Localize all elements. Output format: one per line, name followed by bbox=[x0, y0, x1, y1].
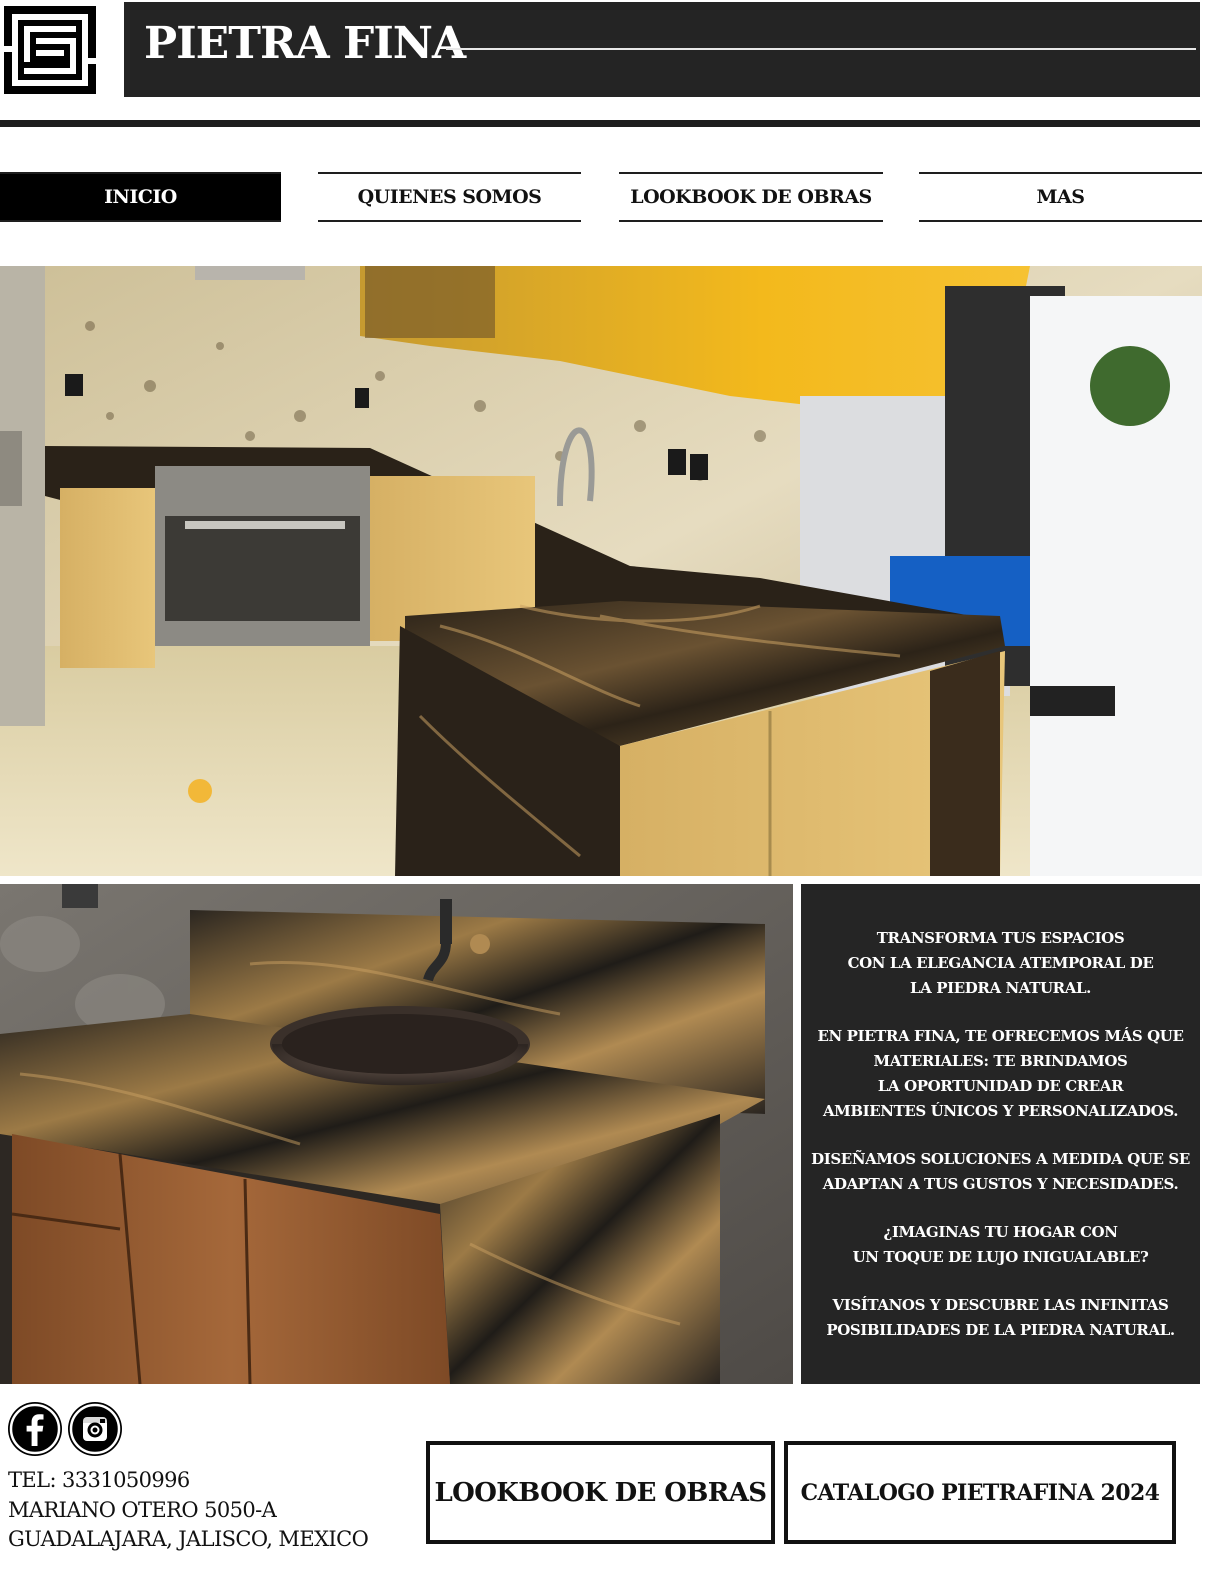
intro-paragraph: VISÍTANOS Y DESCUBRE LAS INFINITAS POSIB… bbox=[826, 1293, 1175, 1343]
facebook-link[interactable] bbox=[8, 1402, 62, 1456]
intro-line: TRANSFORMA TUS ESPACIOS bbox=[876, 928, 1125, 947]
instagram-icon bbox=[69, 1403, 121, 1455]
intro-paragraph: DISEÑAMOS SOLUCIONES A MEDIDA QUE SE ADA… bbox=[811, 1147, 1190, 1197]
maze-square-logo-icon bbox=[4, 6, 96, 94]
nav-item-mas[interactable]: MAS bbox=[919, 172, 1202, 222]
intro-paragraph: ¿IMAGINAS TU HOGAR CON UN TOQUE DE LUJO … bbox=[853, 1220, 1149, 1270]
intro-line: ADAPTAN A TUS GUSTOS Y NECESIDADES. bbox=[822, 1174, 1179, 1193]
intro-line: EN PIETRA FINA, TE OFRECEMOS MÁS QUE bbox=[817, 1026, 1184, 1045]
kitchen-photo bbox=[0, 266, 1202, 876]
nav-item-lookbook-de-obras[interactable]: LOOKBOOK DE OBRAS bbox=[619, 172, 883, 222]
title-bar: PIETRA FINA bbox=[124, 2, 1200, 97]
intro-line: UN TOQUE DE LUJO INIGUALABLE? bbox=[852, 1247, 1149, 1266]
facebook-icon bbox=[9, 1403, 61, 1455]
contact-info: TEL: 3331050996 MARIANO OTERO 5050-A GUA… bbox=[8, 1466, 369, 1555]
intro-line: LA PIEDRA NATURAL. bbox=[910, 978, 1091, 997]
header-divider bbox=[0, 120, 1200, 127]
intro-line: CON LA ELEGANCIA ATEMPORAL DE bbox=[847, 953, 1154, 972]
intro-line: AMBIENTES ÚNICOS Y PERSONALIZADOS. bbox=[822, 1101, 1179, 1120]
intro-paragraph: EN PIETRA FINA, TE OFRECEMOS MÁS QUE MAT… bbox=[817, 1024, 1183, 1124]
nav-item-inicio[interactable]: INICIO bbox=[0, 172, 281, 222]
vanity-photo bbox=[0, 884, 793, 1384]
intro-line: DISEÑAMOS SOLUCIONES A MEDIDA QUE SE bbox=[811, 1149, 1190, 1168]
title-divider bbox=[446, 48, 1196, 50]
address-line-2: GUADALAJARA, JALISCO, MEXICO bbox=[8, 1527, 369, 1551]
address-line-1: MARIANO OTERO 5050-A bbox=[8, 1497, 277, 1522]
intro-line: MATERIALES: TE BRINDAMOS bbox=[873, 1051, 1128, 1070]
site-logo[interactable] bbox=[4, 6, 96, 94]
lookbook-button[interactable]: LOOKBOOK DE OBRAS bbox=[426, 1441, 775, 1544]
catalog-button[interactable]: CATALOGO PIETRAFINA 2024 bbox=[784, 1441, 1176, 1544]
intro-paragraph: TRANSFORMA TUS ESPACIOS CON LA ELEGANCIA… bbox=[848, 926, 1154, 1001]
site-title[interactable]: PIETRA FINA bbox=[144, 18, 466, 69]
intro-line: VISÍTANOS Y DESCUBRE LAS INFINITAS bbox=[832, 1295, 1169, 1314]
phone-number[interactable]: TEL: 3331050996 bbox=[8, 1466, 368, 1496]
intro-line: ¿IMAGINAS TU HOGAR CON bbox=[883, 1222, 1118, 1241]
nav-item-quienes-somos[interactable]: QUIENES SOMOS bbox=[318, 172, 581, 222]
instagram-link[interactable] bbox=[68, 1402, 122, 1456]
intro-line: POSIBILIDADES DE LA PIEDRA NATURAL. bbox=[826, 1320, 1175, 1339]
intro-text-panel: TRANSFORMA TUS ESPACIOS CON LA ELEGANCIA… bbox=[801, 884, 1200, 1384]
intro-line: LA OPORTUNIDAD DE CREAR bbox=[877, 1076, 1124, 1095]
